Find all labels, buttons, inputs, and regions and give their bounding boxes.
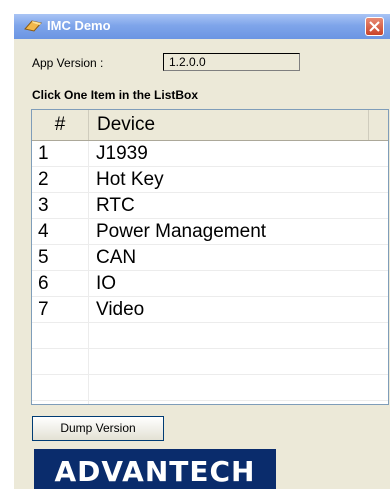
advantech-logo: ADVANTECH bbox=[34, 449, 276, 489]
list-item[interactable]: 6 IO bbox=[32, 271, 388, 297]
item-number: 4 bbox=[38, 221, 49, 242]
item-number: 1 bbox=[38, 143, 49, 164]
imc-demo-window: IMC Demo App Version : 1.2.0.0 Click One… bbox=[14, 14, 390, 489]
item-number: 7 bbox=[38, 299, 49, 320]
list-item[interactable]: 2 Hot Key bbox=[32, 167, 388, 193]
app-icon bbox=[24, 19, 42, 33]
item-device: IO bbox=[96, 273, 117, 294]
dump-version-button[interactable]: Dump Version bbox=[32, 416, 164, 441]
item-device: CAN bbox=[96, 247, 137, 268]
column-header-number[interactable]: # bbox=[32, 110, 89, 140]
listbox-header: # Device bbox=[32, 110, 388, 141]
device-listbox[interactable]: # Device 1 J1939 2 Hot Key 3 RTC 4 Power… bbox=[31, 109, 389, 405]
list-item[interactable]: 4 Power Management bbox=[32, 219, 388, 245]
list-item[interactable]: 5 CAN bbox=[32, 245, 388, 271]
instruction-label: Click One Item in the ListBox bbox=[32, 88, 199, 102]
app-version-field: 1.2.0.0 bbox=[163, 53, 300, 71]
app-version-label: App Version : bbox=[32, 56, 104, 70]
item-device: RTC bbox=[96, 195, 135, 216]
item-device: Hot Key bbox=[96, 169, 164, 190]
item-device: Power Management bbox=[96, 221, 267, 242]
item-number: 3 bbox=[38, 195, 49, 216]
close-icon bbox=[369, 21, 380, 32]
empty-row bbox=[32, 375, 388, 401]
empty-row bbox=[32, 349, 388, 375]
window-title: IMC Demo bbox=[47, 18, 111, 33]
empty-row bbox=[32, 323, 388, 349]
listbox-rows: 1 J1939 2 Hot Key 3 RTC 4 Power Manageme… bbox=[32, 141, 388, 401]
item-number: 2 bbox=[38, 169, 49, 190]
close-button[interactable] bbox=[365, 17, 384, 36]
column-header-device[interactable]: Device bbox=[89, 110, 369, 140]
title-bar[interactable]: IMC Demo bbox=[14, 14, 390, 39]
item-device: Video bbox=[96, 299, 145, 320]
item-device: J1939 bbox=[96, 143, 148, 164]
list-item[interactable]: 1 J1939 bbox=[32, 141, 388, 167]
list-item[interactable]: 7 Video bbox=[32, 297, 388, 323]
item-number: 6 bbox=[38, 273, 49, 294]
list-item[interactable]: 3 RTC bbox=[32, 193, 388, 219]
item-number: 5 bbox=[38, 247, 49, 268]
